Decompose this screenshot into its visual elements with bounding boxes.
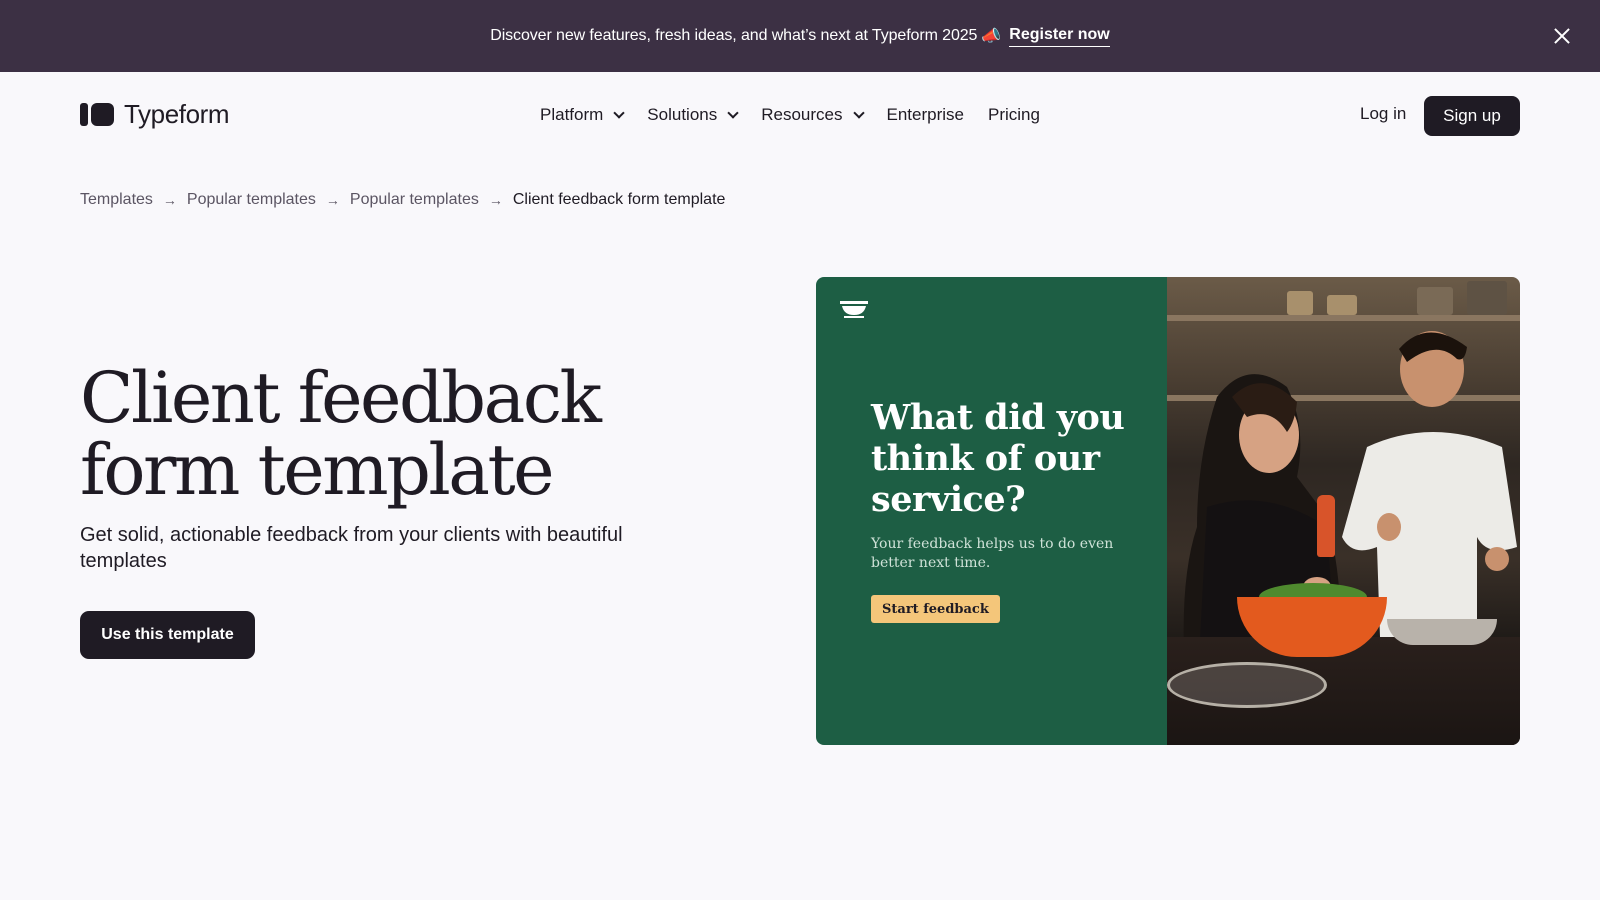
breadcrumb-item-popular-templates-2[interactable]: Popular templates: [350, 191, 479, 209]
page-title: Client feedback form template: [80, 357, 602, 511]
nav-pricing[interactable]: Pricing: [988, 105, 1040, 125]
nav-pricing-label: Pricing: [987, 105, 1040, 124]
nav-solutions-label: Solutions: [647, 105, 718, 124]
use-template-button[interactable]: Use this template: [80, 611, 255, 659]
nav-platform-label: Platform: [540, 105, 604, 124]
site-header: Typeform Platform Solutions Resources En…: [0, 72, 1600, 158]
hero-subtitle: Get solid, actionable feedback from your…: [80, 524, 623, 572]
nav-platform[interactable]: Platform: [540, 105, 625, 125]
breadcrumb-current: Client feedback form template: [512, 191, 726, 208]
close-icon[interactable]: [1550, 24, 1574, 48]
chevron-down-icon: [852, 107, 865, 119]
chevron-down-icon: [727, 107, 739, 119]
breadcrumb: Templates → Popular templates → Popular …: [80, 191, 725, 209]
template-preview[interactable]: What did you think of our service? Your …: [816, 277, 1520, 745]
nav-resources-label: Resources: [761, 105, 843, 124]
start-feedback-button[interactable]: Start feedback: [871, 595, 1000, 623]
register-now-link[interactable]: Register now: [1009, 26, 1110, 47]
arrow-right-icon: →: [488, 192, 503, 208]
breadcrumb-item-popular-templates[interactable]: Popular templates: [187, 191, 316, 209]
banner-message: Discover new features, fresh ideas, and …: [490, 27, 978, 44]
nav-solutions[interactable]: Solutions: [647, 105, 739, 125]
arrow-right-icon: →: [325, 192, 340, 208]
main-nav: Platform Solutions Resources Enterprise …: [540, 103, 1064, 127]
typeform-logo[interactable]: Typeform: [80, 98, 230, 130]
preview-question-panel: What did you think of our service? Your …: [816, 277, 1167, 745]
signup-button[interactable]: Sign up: [1424, 96, 1520, 136]
logo-text: Typeform: [124, 98, 230, 129]
logo-mark-icon: [80, 102, 114, 126]
breadcrumb-item-templates[interactable]: Templates: [80, 191, 153, 209]
megaphone-icon: 📣: [981, 28, 1002, 45]
nav-resources[interactable]: Resources: [761, 105, 865, 125]
login-link[interactable]: Log in: [1360, 104, 1406, 124]
preview-question: What did you think of our service?: [871, 397, 1125, 520]
nav-enterprise[interactable]: Enterprise: [887, 105, 964, 125]
chevron-down-icon: [613, 107, 625, 119]
nav-enterprise-label: Enterprise: [886, 105, 964, 124]
announcement-banner: Discover new features, fresh ideas, and …: [0, 0, 1600, 72]
preview-description: Your feedback helps us to do even better…: [871, 536, 1114, 571]
bowl-icon: [840, 301, 868, 318]
arrow-right-icon: →: [162, 192, 177, 208]
preview-photo: [1167, 277, 1520, 745]
